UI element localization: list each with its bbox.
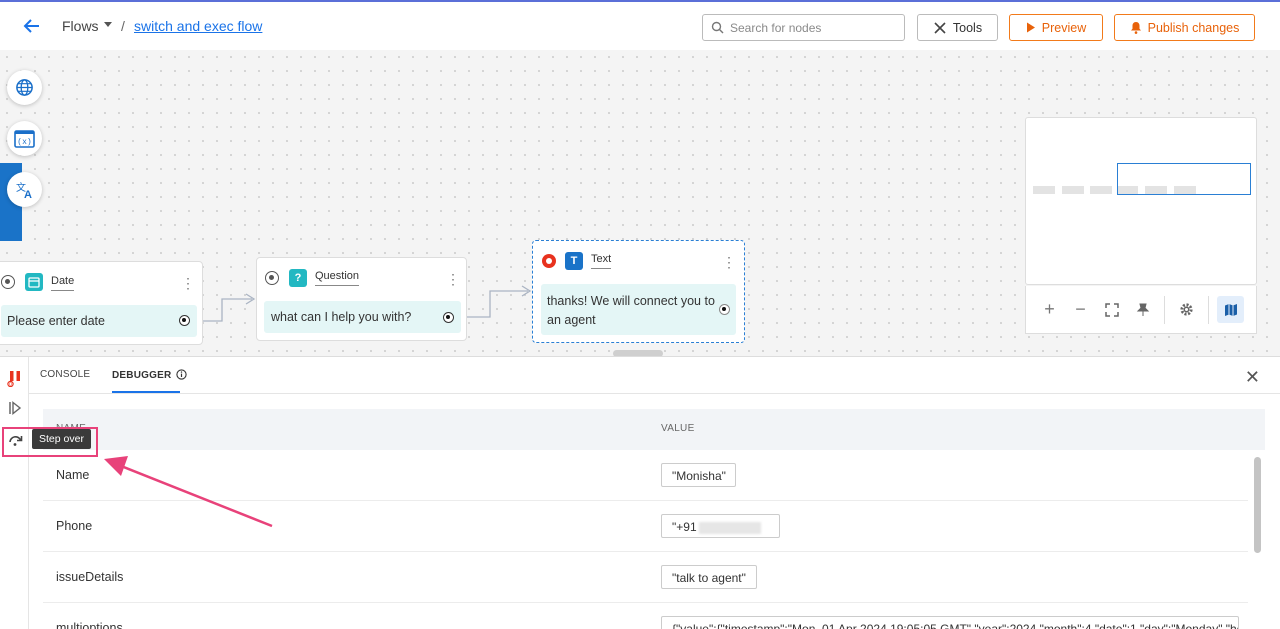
minimap-viewport[interactable] [1117, 163, 1251, 195]
divider [1164, 295, 1165, 324]
variable-value[interactable]: "Monisha" [661, 463, 736, 487]
fit-screen-icon[interactable] [1098, 296, 1125, 323]
variable-value[interactable]: {"value":{"timestamp":"Mon, 01 Apr 2024 … [661, 616, 1239, 629]
annotation-arrow [104, 456, 273, 528]
variable-value[interactable]: "+91 [661, 514, 780, 538]
variable-value[interactable]: "talk to agent" [661, 565, 757, 589]
node-type-label: Text [591, 253, 612, 269]
variable-value-text: "+91 [672, 520, 697, 534]
node-type-label: Question [315, 270, 360, 286]
kebab-menu-icon[interactable]: ⋮ [722, 255, 736, 269]
node-message: thanks! We will connect you to an agent [541, 284, 736, 335]
text-node[interactable]: T Text ⋮ thanks! We will connect you to … [532, 240, 745, 343]
settings-icon[interactable] [1173, 296, 1200, 323]
zoom-out-icon[interactable]: − [1067, 296, 1094, 323]
minimap-node [1090, 186, 1112, 194]
tools-label: Tools [952, 20, 983, 35]
kebab-menu-icon[interactable]: ⋮ [446, 272, 460, 286]
divider [1208, 295, 1209, 324]
breakpoint-icon[interactable] [542, 254, 556, 268]
redacted-text [698, 521, 761, 534]
scrollbar[interactable] [1254, 457, 1261, 553]
preview-label: Preview [1041, 20, 1087, 35]
output-port[interactable] [719, 304, 730, 315]
text-icon: T [565, 252, 583, 270]
preview-button[interactable]: Preview [1009, 14, 1103, 41]
column-header-value: VALUE [661, 423, 695, 434]
output-port[interactable] [443, 312, 454, 323]
zoom-in-icon[interactable]: + [1036, 296, 1063, 323]
node-search[interactable] [702, 14, 905, 41]
minimap-node [1062, 186, 1084, 194]
search-input[interactable] [730, 20, 900, 35]
bell-icon [1130, 22, 1141, 34]
minimap[interactable] [1025, 117, 1257, 285]
tools-button[interactable]: Tools [917, 14, 998, 41]
minimap-node [1033, 186, 1055, 194]
publish-label: Publish changes [1147, 20, 1240, 35]
minimap-toolbar: + − [1025, 286, 1257, 334]
search-icon [711, 21, 724, 34]
play-icon [1026, 22, 1035, 33]
close-icon[interactable]: ✕ [1245, 367, 1260, 388]
publish-button[interactable]: Publish changes [1114, 14, 1255, 41]
map-icon[interactable] [1217, 296, 1244, 323]
pin-icon[interactable] [1129, 296, 1156, 323]
tools-icon [934, 21, 946, 34]
